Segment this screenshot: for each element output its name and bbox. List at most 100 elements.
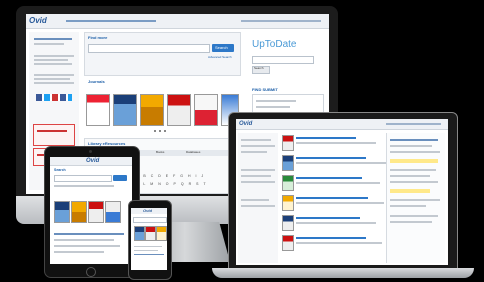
laptop-filter-4[interactable] [241,169,275,171]
result-title-1[interactable] [296,137,356,139]
result-thumb-4[interactable] [282,195,294,211]
uptodate-search-label: Search [254,66,264,70]
detail-line-7 [390,199,440,201]
search-panel [84,32,241,76]
tablet-cover-3[interactable] [88,201,104,223]
az-letter[interactable]: P [173,182,175,186]
laptop-filter-2[interactable] [241,145,275,147]
ovid-logo[interactable]: Ovid [29,17,47,25]
az-letter[interactable]: R [189,182,192,186]
result-meta-6 [296,242,382,244]
find-submit-option-2[interactable] [256,106,290,108]
tab-books[interactable]: Books [156,151,164,154]
advanced-search-link[interactable]: Advanced Search [208,56,232,59]
laptop-filter-6[interactable] [241,181,275,183]
phone-cover-2[interactable] [145,226,156,241]
detail-highlight [390,159,438,163]
result-thumb-3[interactable] [282,175,294,191]
detail-line-5 [390,175,430,177]
result-meta-5 [296,222,376,224]
social-icons[interactable] [36,94,72,101]
phone-screen: Ovid [131,208,167,270]
az-letter[interactable]: N [158,182,161,186]
detail-line-1 [390,139,438,141]
tablet-cover-2[interactable] [71,201,87,223]
journal-cover-1[interactable] [86,94,110,126]
search-heading: Find more [88,35,108,40]
tablet-text-3 [54,239,114,241]
phone-cover-1[interactable] [134,226,145,241]
az-index-row-2[interactable]: KLMNOPQRST [136,172,231,186]
sidebar-text-8 [34,82,74,84]
result-title-6[interactable] [296,237,366,239]
tablet-cover-1[interactable] [54,201,70,223]
phone-text-1 [134,246,162,247]
sidebar-text-4 [34,59,68,61]
detail-line-9 [390,215,438,217]
tablet-text-5 [54,251,104,253]
az-letter[interactable]: Q [181,182,184,186]
tablet-search-button[interactable] [113,175,127,181]
carousel-dots[interactable] [154,130,168,132]
result-thumb-2[interactable] [282,155,294,171]
laptop-nav-links[interactable] [386,123,441,125]
result-meta-3 [296,182,380,184]
tablet-screen: Ovid Search [50,157,132,264]
sidebar-text-6 [34,74,74,76]
detail-line-4 [390,169,436,171]
laptop-ovid-logo[interactable]: Ovid [239,121,252,127]
detail-line-8 [390,205,426,207]
result-thumb-5[interactable] [282,215,294,231]
sidebar-ad-1[interactable] [33,124,75,146]
tablet-ovid-logo[interactable]: Ovid [86,158,99,164]
sidebar-text-5 [34,63,72,65]
laptop-screen: Ovid [236,119,448,265]
laptop-filter-1[interactable] [241,139,271,141]
tablet-search-input[interactable] [54,175,112,182]
az-letter[interactable]: T [203,182,205,186]
journal-cover-4[interactable] [167,94,191,126]
uptodate-logo[interactable]: UpToDate [252,40,296,50]
detail-line-2 [390,145,432,147]
topnav-links[interactable] [66,20,156,22]
topnav-right-links[interactable] [241,20,321,22]
result-meta-2 [296,162,386,164]
result-title-2[interactable] [296,157,366,159]
tablet-search-label: Search [54,168,66,172]
journal-cover-3[interactable] [140,94,164,126]
result-title-3[interactable] [296,177,362,179]
result-thumb-6[interactable] [282,235,294,251]
detail-line-10 [390,221,432,223]
sidebar-text-1 [34,38,72,40]
tablet-camera [89,150,92,153]
phone-ovid-logo[interactable]: Ovid [143,209,152,213]
uptodate-search-input[interactable] [252,56,314,64]
tablet-cover-4[interactable] [105,201,121,223]
laptop-filter-3[interactable] [241,151,267,153]
result-thumb-1[interactable] [282,135,294,151]
result-title-4[interactable] [296,197,368,199]
tab-databases[interactable]: Databases [186,151,200,154]
phone-text-3 [134,254,164,255]
result-title-5[interactable] [296,217,360,219]
find-submit-option-1[interactable] [256,100,296,102]
az-letter[interactable]: M [150,182,153,186]
sidebar-text-3 [34,55,74,57]
tablet-home-button[interactable] [86,267,96,277]
result-meta-4 [296,202,384,204]
journal-cover-2[interactable] [113,94,137,126]
detail-line-3 [390,151,440,153]
journals-heading: Journals [88,79,105,84]
az-index-row-1[interactable]: ABCDEFGHIJ [136,164,231,178]
phone-text-2 [134,250,158,251]
phone-cover-3[interactable] [156,226,167,241]
phone-search-input[interactable] [133,217,167,223]
laptop-filter-5[interactable] [241,175,271,177]
sidebar-text-7 [34,78,70,80]
find-submit-heading: FIND SUBMIT [252,87,278,92]
laptop-filter-7[interactable] [241,199,269,201]
search-input[interactable] [88,44,210,53]
journal-cover-5[interactable] [194,94,218,126]
laptop-filter-8[interactable] [241,205,275,207]
result-meta-1 [296,142,376,144]
